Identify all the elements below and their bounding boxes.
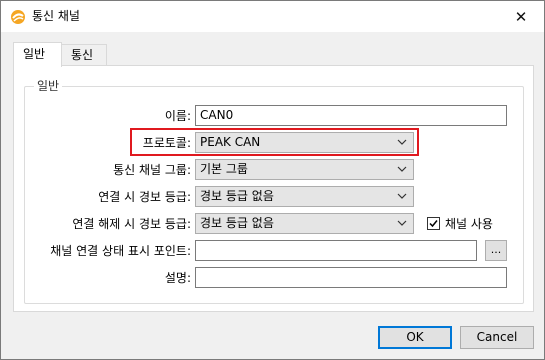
comm-group-value: 기본 그룹 [200, 162, 248, 176]
disconnect-alarm-label: 연결 해제 시 경보 등급: [72, 217, 191, 231]
chevron-down-icon [397, 220, 407, 226]
protocol-highlight-box [130, 128, 419, 156]
use-channel-label[interactable]: 채널 사용 [445, 216, 493, 232]
name-label: 이름: [164, 109, 191, 123]
disconnect-alarm-value: 경보 등급 없음 [200, 216, 274, 230]
comm-group-label: 통신 채널 그룹: [113, 163, 191, 177]
checkmark-icon [429, 220, 438, 228]
status-point-input[interactable] [195, 240, 477, 261]
use-channel-checkbox[interactable] [427, 217, 440, 230]
group-title: 일반 [34, 78, 63, 94]
app-icon [11, 10, 25, 24]
cancel-button[interactable]: Cancel [460, 326, 534, 349]
comm-group-select[interactable]: 기본 그룹 [195, 159, 414, 180]
connect-alarm-value: 경보 등급 없음 [200, 189, 274, 203]
name-input[interactable]: CAN0 [195, 105, 507, 126]
connect-alarm-select[interactable]: 경보 등급 없음 [195, 186, 414, 207]
close-button[interactable]: ✕ [498, 1, 544, 32]
description-input[interactable] [195, 267, 507, 288]
chevron-down-icon [397, 193, 407, 199]
chevron-down-icon [397, 166, 407, 172]
dialog-window: 통신 채널 ✕ 일반 통신 일반 이름: CAN0 프로토콜: PEAK CAN… [0, 0, 545, 360]
title-bar: 통신 채널 ✕ [1, 1, 544, 32]
description-label: 설명: [164, 271, 191, 285]
browse-button[interactable]: ... [485, 240, 507, 261]
status-point-label: 채널 연결 상태 표시 포인트: [50, 244, 191, 258]
connect-alarm-label: 연결 시 경보 등급: [98, 190, 191, 204]
disconnect-alarm-select[interactable]: 경보 등급 없음 [195, 213, 414, 234]
close-icon: ✕ [514, 7, 528, 26]
window-title: 통신 채널 [32, 9, 80, 23]
tab-communication[interactable]: 통신 [61, 44, 107, 66]
ok-button[interactable]: OK [378, 326, 452, 349]
tab-general[interactable]: 일반 [13, 42, 62, 67]
